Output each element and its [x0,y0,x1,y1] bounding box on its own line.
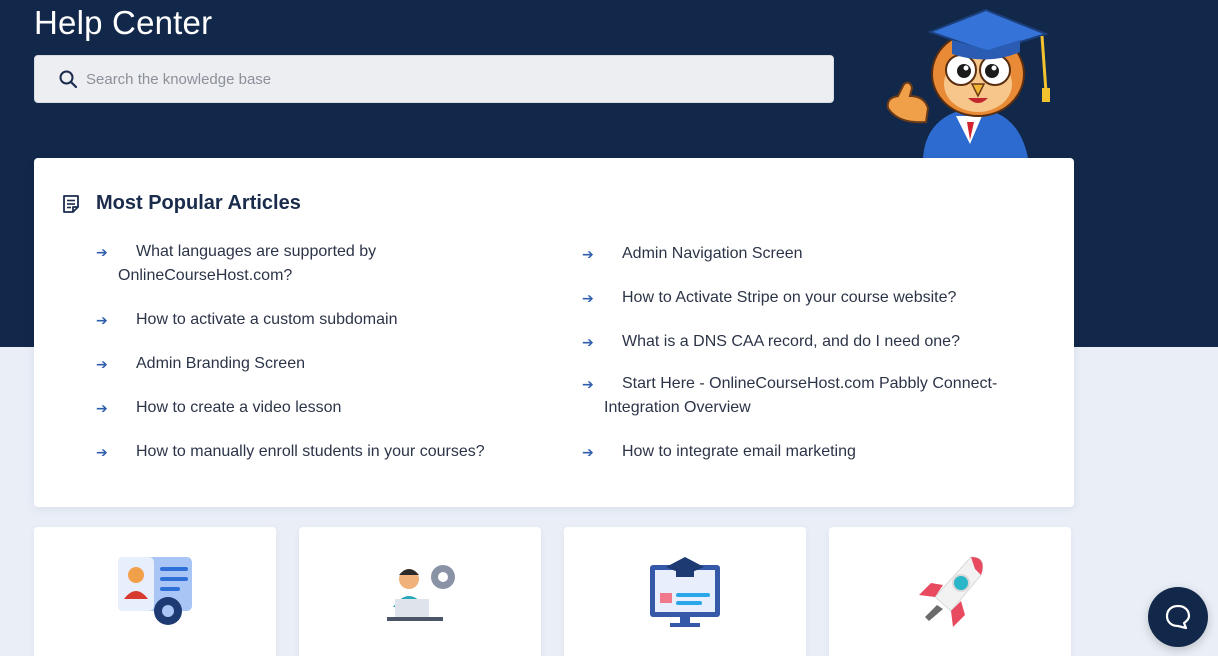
popular-articles-header: Most Popular Articles [60,192,301,215]
article-title: How to Activate Stripe on your course we… [622,289,957,306]
search-bar[interactable] [34,55,834,103]
article-title: How to create a video lesson [136,399,342,416]
articles-column-right: ➔ Admin Navigation Screen ➔ How to Activat… [582,240,1022,484]
article-link[interactable]: ➔ How to activate a custom subdomain [96,308,536,332]
article-title: How to integrate email marketing [622,443,856,460]
arrow-right-icon: ➔ [582,246,594,262]
article-title: What is a DNS CAA record, and do I need … [622,333,960,350]
popular-articles-panel: Most Popular Articles ➔ What languages ar… [34,158,1074,507]
online-course-monitor-icon [650,557,720,627]
page-title: Help Center [34,4,213,41]
rocket-icon [919,556,984,627]
arrow-right-icon: ➔ [582,376,594,392]
chat-bubble-icon [1165,604,1191,630]
owl-mascot-illustration [886,8,1050,158]
article-link[interactable]: ➔ What languages are supported by OnlineC… [96,240,536,288]
article-link[interactable]: ➔ Start Here - OnlineCourseHost.com Pabbl… [582,372,1022,420]
article-title: Admin Branding Screen [136,355,305,372]
category-card[interactable] [564,527,806,656]
arrow-right-icon: ➔ [582,444,594,460]
article-link[interactable]: ➔ How to Activate Stripe on your course w… [582,286,1022,310]
search-icon [59,70,78,89]
article-link[interactable]: ➔ How to manually enroll students in your… [96,440,536,464]
article-link[interactable]: ➔ Admin Branding Screen [96,352,536,376]
article-link[interactable]: ➔ How to create a video lesson [96,396,536,420]
article-title: Start Here - OnlineCourseHost.com Pabbly… [604,375,998,416]
category-card[interactable] [299,527,541,656]
arrow-right-icon: ➔ [582,290,594,306]
arrow-right-icon: ➔ [96,400,108,416]
arrow-right-icon: ➔ [96,312,108,328]
arrow-right-icon: ➔ [96,356,108,372]
arrow-right-icon: ➔ [96,244,108,260]
article-title: How to activate a custom subdomain [136,311,398,328]
search-input[interactable] [86,56,833,102]
articles-column-left: ➔ What languages are supported by OnlineC… [96,240,536,484]
popular-articles-title: Most Popular Articles [96,192,301,214]
category-card[interactable] [829,527,1071,656]
article-link[interactable]: ➔ Admin Navigation Screen [582,242,1022,266]
article-link[interactable]: ➔ What is a DNS CAA record, and do I need… [582,330,1022,354]
chat-support-button[interactable] [1148,587,1208,647]
admin-laptop-icon [387,565,455,621]
document-icon [63,194,79,213]
category-card[interactable] [34,527,276,656]
arrow-right-icon: ➔ [582,334,594,350]
article-title: What languages are supported by OnlineCo… [118,243,377,284]
article-link[interactable]: ➔ How to integrate email marketing [582,440,1022,464]
arrow-right-icon: ➔ [96,444,108,460]
profile-settings-icon [118,557,192,625]
article-title: How to manually enroll students in your … [136,443,485,460]
article-title: Admin Navigation Screen [622,245,803,262]
